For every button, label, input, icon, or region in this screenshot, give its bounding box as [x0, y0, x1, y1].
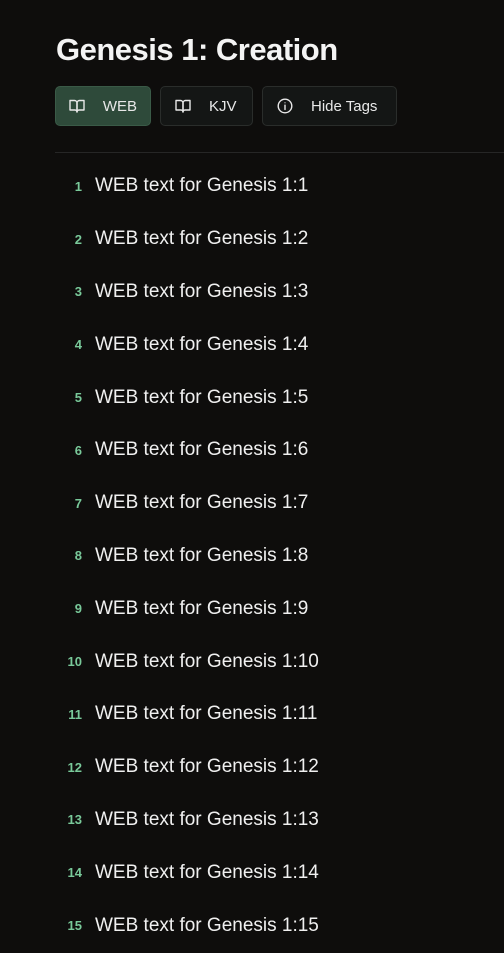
kjv-translation-label: KJV [209, 97, 237, 115]
verse-number: 2 [74, 231, 82, 247]
divider [55, 152, 504, 153]
verse-number: 13 [67, 812, 82, 828]
verse-row[interactable]: 9 WEB text for Genesis 1:9 [55, 582, 504, 635]
web-translation-button[interactable]: WEB [55, 86, 151, 126]
chapter-view: Genesis 1: Creation WEB KJV Hide Tags 1 … [0, 0, 504, 953]
verse-row[interactable]: 14 WEB text for Genesis 1:14 [55, 846, 504, 899]
verse-row[interactable]: 5 WEB text for Genesis 1:5 [55, 371, 504, 424]
verse-number: 5 [74, 390, 82, 406]
verse-number: 3 [74, 284, 82, 300]
verse-row[interactable]: 12 WEB text for Genesis 1:12 [55, 741, 504, 794]
book-open-icon [69, 97, 86, 115]
verse-number: 1 [74, 178, 82, 194]
verse-row[interactable]: 3 WEB text for Genesis 1:3 [55, 266, 504, 319]
verse-number: 14 [67, 865, 82, 881]
verse-text: WEB text for Genesis 1:3 [95, 280, 309, 302]
verse-row[interactable]: 10 WEB text for Genesis 1:10 [55, 635, 504, 688]
verse-number: 7 [74, 495, 82, 511]
verse-number: 4 [74, 337, 82, 353]
hide-tags-button[interactable]: Hide Tags [262, 86, 397, 126]
verse-text: WEB text for Genesis 1:7 [95, 492, 309, 514]
verse-text: WEB text for Genesis 1:10 [95, 650, 319, 672]
verse-list: 1 WEB text for Genesis 1:1 2 WEB text fo… [55, 160, 504, 952]
translation-toolbar: WEB KJV Hide Tags [55, 86, 397, 126]
verse-row[interactable]: 8 WEB text for Genesis 1:8 [55, 530, 504, 583]
verse-number: 10 [67, 654, 82, 670]
verse-text: WEB text for Genesis 1:2 [95, 228, 309, 250]
verse-text: WEB text for Genesis 1:4 [95, 333, 309, 355]
kjv-translation-button[interactable]: KJV [160, 86, 253, 126]
web-translation-label: WEB [102, 97, 137, 115]
verse-text: WEB text for Genesis 1:12 [95, 756, 319, 778]
verse-text: WEB text for Genesis 1:1 [95, 175, 309, 197]
verse-number: 6 [74, 442, 82, 458]
verse-row[interactable]: 13 WEB text for Genesis 1:13 [55, 794, 504, 847]
verse-text: WEB text for Genesis 1:5 [95, 386, 309, 408]
verse-row[interactable]: 4 WEB text for Genesis 1:4 [55, 318, 504, 371]
page-title: Genesis 1: Creation [56, 32, 338, 67]
verse-text: WEB text for Genesis 1:11 [95, 703, 318, 725]
verse-number: 15 [67, 918, 82, 934]
verse-text: WEB text for Genesis 1:13 [95, 808, 319, 830]
verse-number: 12 [67, 759, 82, 775]
verse-row[interactable]: 6 WEB text for Genesis 1:6 [55, 424, 504, 477]
verse-row[interactable]: 2 WEB text for Genesis 1:2 [55, 213, 504, 266]
verse-row[interactable]: 7 WEB text for Genesis 1:7 [55, 477, 504, 530]
verse-row[interactable]: 1 WEB text for Genesis 1:1 [55, 160, 504, 213]
verse-text: WEB text for Genesis 1:9 [95, 597, 309, 619]
info-icon [276, 97, 294, 115]
verse-text: WEB text for Genesis 1:15 [95, 914, 319, 936]
verse-number: 11 [68, 706, 82, 722]
verse-row[interactable]: 15 WEB text for Genesis 1:15 [55, 899, 504, 952]
verse-row[interactable]: 11 WEB text for Genesis 1:11 [55, 688, 504, 741]
verse-number: 9 [74, 601, 82, 617]
book-open-icon [174, 97, 192, 115]
hide-tags-label: Hide Tags [311, 97, 378, 115]
verse-text: WEB text for Genesis 1:6 [95, 439, 309, 461]
verse-number: 8 [74, 548, 82, 564]
verse-text: WEB text for Genesis 1:14 [95, 861, 319, 883]
verse-text: WEB text for Genesis 1:8 [95, 544, 309, 566]
